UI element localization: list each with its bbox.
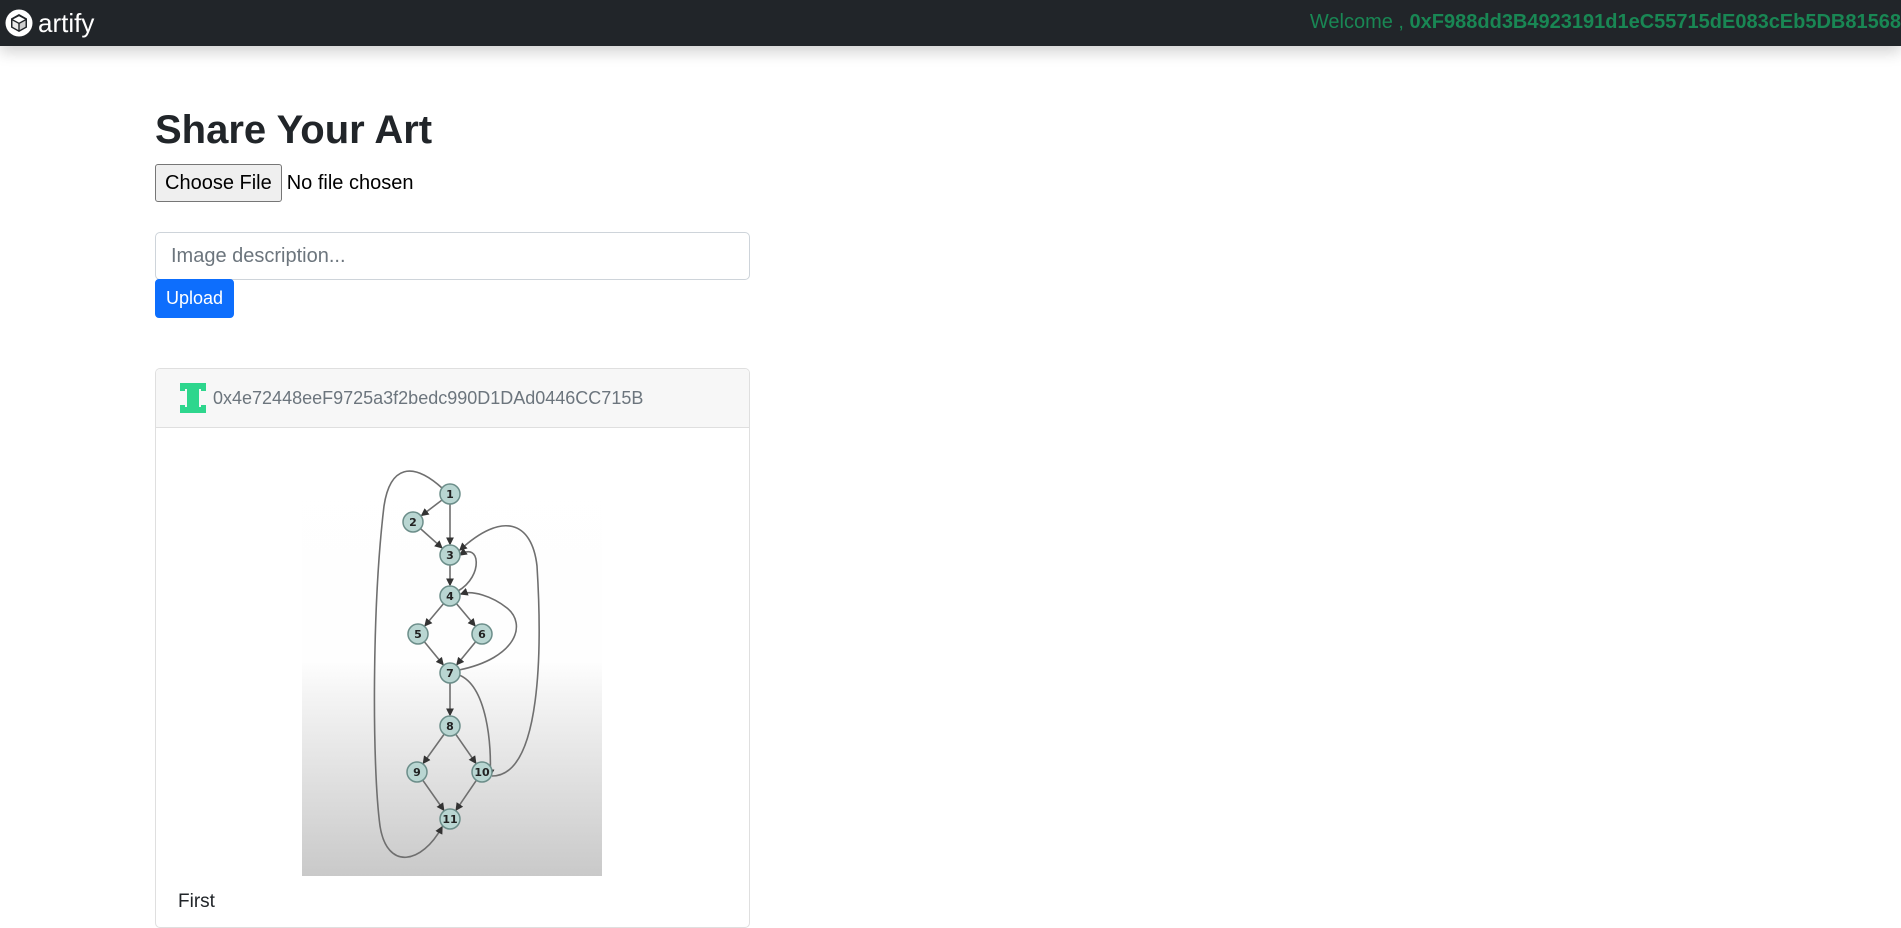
graph-node-label: 8 (446, 720, 454, 733)
graph-node-label: 2 (409, 516, 417, 529)
page-title: Share Your Art (155, 108, 433, 152)
choose-file-button[interactable]: Choose File (155, 164, 282, 202)
graph-node-label: 4 (446, 590, 454, 603)
post-image[interactable]: 1 2 3 4 5 6 7 8 9 10 11 (302, 446, 602, 876)
graph-node-label: 6 (478, 628, 486, 641)
post-owner-address: 0x4e72448eeF9725a3f2bedc990D1DAd0446CC71… (213, 387, 644, 408)
graph-node-label: 9 (413, 766, 421, 779)
graph-node-9: 9 (406, 761, 428, 783)
graph-node-label: 11 (442, 813, 457, 826)
graph-node-label: 3 (446, 549, 454, 562)
graph-node-label: 5 (414, 628, 422, 641)
graph-node-2: 2 (402, 511, 424, 533)
cube-logo-icon (4, 8, 34, 38)
graph-node-8: 8 (439, 715, 461, 737)
graph-node-4: 4 (439, 585, 461, 607)
identicon-avatar-icon (178, 383, 208, 413)
post-card: 0x4e72448eeF9725a3f2bedc990D1DAd0446CC71… (155, 368, 750, 928)
graph-node-label: 1 (446, 488, 454, 501)
graph-node-11: 11 (439, 808, 461, 830)
file-picker: Choose File No file chosen (155, 164, 413, 202)
control-flow-graph-image: 1 2 3 4 5 6 7 8 9 10 11 (302, 446, 602, 876)
post-card-header: 0x4e72448eeF9725a3f2bedc990D1DAd0446CC71… (156, 369, 749, 428)
brand-name: artify (38, 8, 95, 38)
image-description-input[interactable] (155, 232, 750, 280)
graph-node-label: 10 (474, 766, 490, 779)
brand-link[interactable]: artify (4, 0, 94, 46)
graph-node-10: 10 (471, 761, 493, 783)
welcome-prefix: Welcome , (1309, 11, 1404, 33)
graph-node-1: 1 (439, 483, 461, 505)
graph-node-5: 5 (407, 623, 429, 645)
navbar: artify Welcome , 0xF988dd3B4923191d1eC55… (0, 0, 1901, 46)
graph-node-label: 7 (446, 667, 454, 680)
upload-button[interactable]: Upload (155, 279, 235, 318)
graph-node-7: 7 (439, 662, 461, 684)
file-status: No file chosen (286, 171, 414, 194)
welcome-address: 0xF988dd3B4923191d1eC55715dE083cEb5DB815… (1409, 11, 1901, 33)
post-description: First (178, 891, 215, 912)
welcome-message: Welcome , 0xF988dd3B4923191d1eC55715dE08… (1310, 0, 1901, 46)
graph-node-6: 6 (471, 623, 493, 645)
graph-node-3: 3 (439, 544, 461, 566)
